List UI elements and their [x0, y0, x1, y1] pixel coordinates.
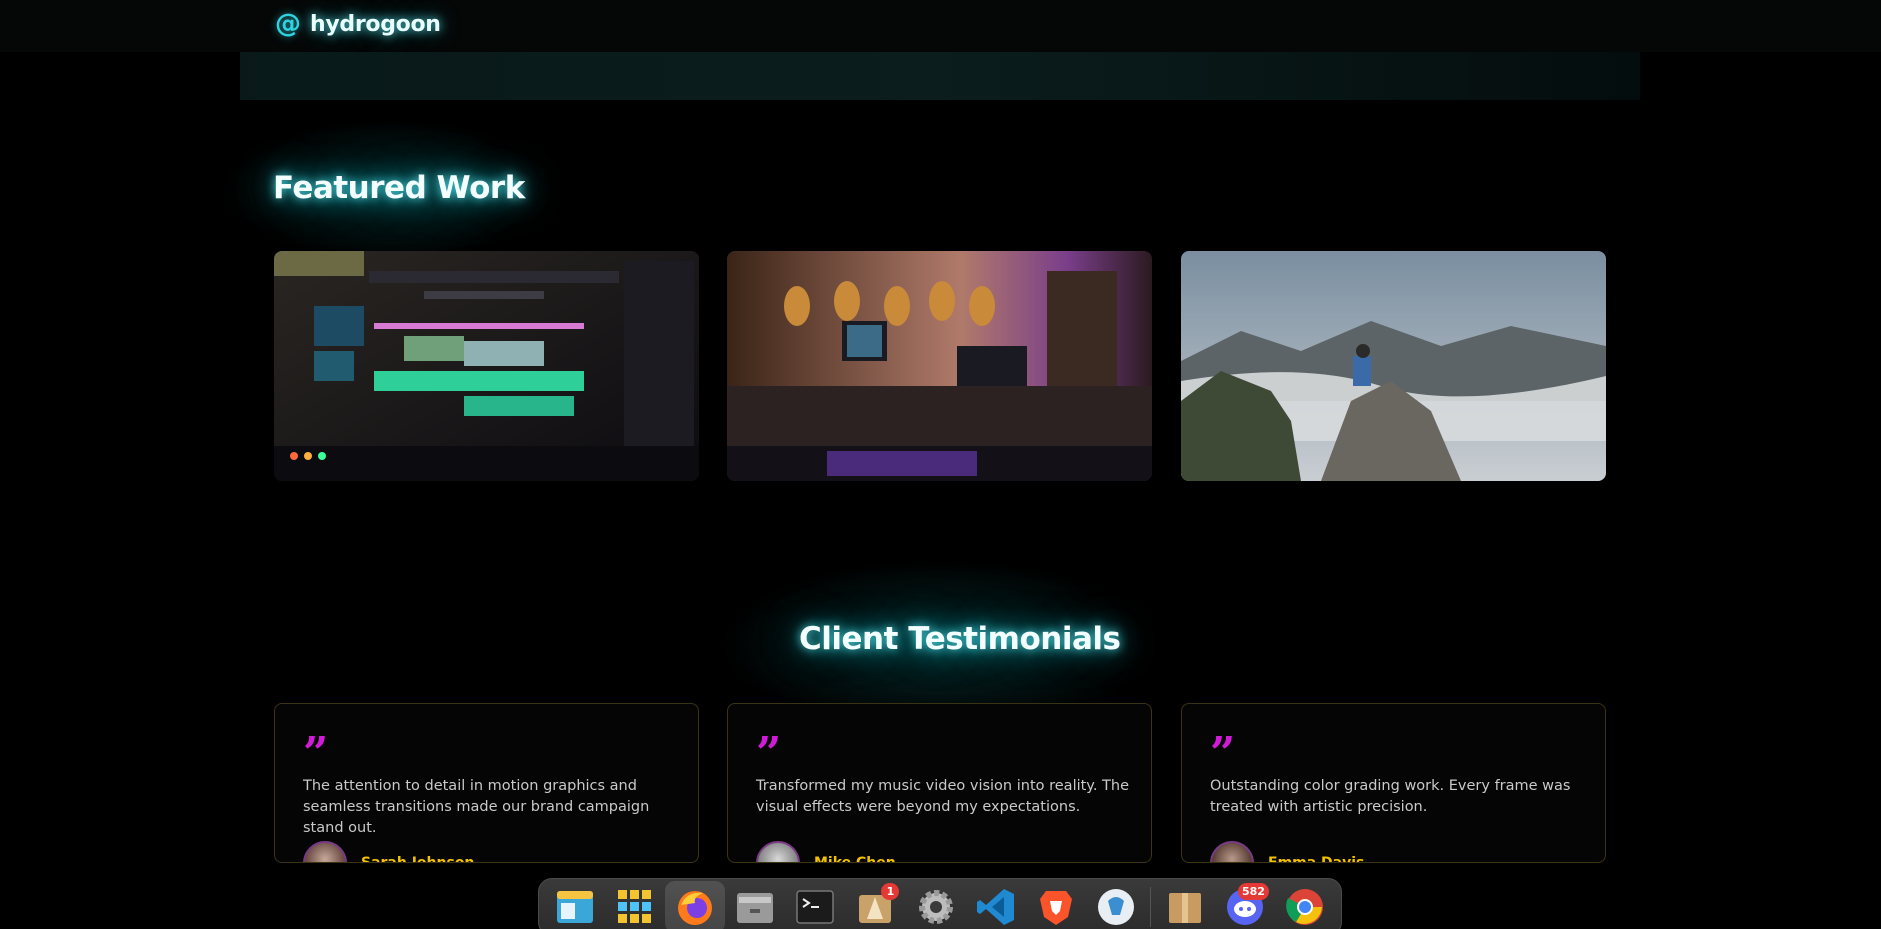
avatar: [1210, 841, 1254, 862]
testimonial-quote: The attention to detail in motion graphi…: [303, 778, 650, 836]
terminal-icon: [796, 890, 835, 924]
file-manager-icon: [557, 891, 594, 923]
testimonial-card: ” Transformed my music video vision into…: [727, 703, 1152, 863]
brave-browser-icon: [1039, 891, 1072, 925]
top-navbar: @ hydrogoon: [0, 0, 1881, 52]
featured-card-video-editing[interactable]: [274, 251, 699, 481]
dock-firefox[interactable]: [665, 881, 726, 929]
quote-icon: ”: [756, 728, 782, 779]
nav-subbar: [240, 52, 1640, 100]
brand-name: hydrogoon: [310, 11, 441, 37]
testimonial-quote: Outstanding color grading work. Every fr…: [1210, 778, 1571, 815]
dock-package[interactable]: [1155, 881, 1215, 929]
featured-card-music-studio[interactable]: [727, 251, 1152, 481]
client-testimonials-title: Client Testimonials: [799, 621, 1121, 657]
notification-badge: 582: [1237, 883, 1269, 900]
testimonial-author: Mike Chen: [756, 841, 896, 863]
dock-vscode[interactable]: [966, 881, 1026, 929]
package-box-icon: [1168, 893, 1201, 923]
author-name: Emma Davis: [1268, 855, 1365, 863]
featured-work-title: Featured Work: [273, 170, 525, 206]
app-dock: 1 582: [538, 878, 1342, 929]
testimonial-author: Sarah Johnson: [303, 841, 475, 863]
dock-kde-connect[interactable]: [1086, 881, 1146, 929]
dock-terminal[interactable]: [785, 881, 845, 929]
avatar: [303, 841, 347, 862]
music-studio-guitars-image: [727, 251, 1152, 481]
author-name: Sarah Johnson: [361, 855, 475, 863]
kde-connect-icon: [1097, 889, 1134, 925]
testimonial-card: ” The attention to detail in motion grap…: [274, 703, 699, 863]
testimonial-author: Emma Davis: [1210, 841, 1365, 863]
quote-icon: ”: [1210, 728, 1236, 779]
photographer-mountain-fog-image: [1181, 251, 1606, 481]
dock-chrome[interactable]: [1275, 881, 1335, 929]
dock-app-grid[interactable]: [605, 881, 665, 929]
testimonial-quote: Transformed my music video vision into r…: [756, 778, 1130, 815]
author-name: Mike Chen: [814, 855, 896, 863]
chrome-icon: [1286, 889, 1323, 925]
at-sign-icon: @: [275, 9, 301, 39]
settings-gear-icon: [918, 890, 953, 924]
quote-icon: ”: [303, 728, 329, 779]
dock-separator: [1149, 887, 1151, 927]
firefox-icon: [678, 891, 713, 925]
dock-brave[interactable]: [1026, 881, 1086, 929]
video-editing-timeline-image: [274, 251, 699, 481]
avatar: [756, 841, 800, 862]
brand-logo[interactable]: @ hydrogoon: [274, 10, 441, 38]
vscode-icon: [976, 889, 1014, 925]
dock-discord[interactable]: 582: [1215, 881, 1275, 929]
dock-settings[interactable]: [905, 881, 965, 929]
testimonial-card: ” Outstanding color grading work. Every …: [1181, 703, 1606, 863]
dock-archive-manager[interactable]: [725, 881, 785, 929]
app-grid-icon: [618, 890, 652, 923]
dock-file-manager[interactable]: [545, 881, 605, 929]
featured-card-photography[interactable]: [1181, 251, 1606, 481]
archive-manager-icon: [737, 893, 774, 923]
dock-software-updater[interactable]: 1: [845, 881, 905, 929]
